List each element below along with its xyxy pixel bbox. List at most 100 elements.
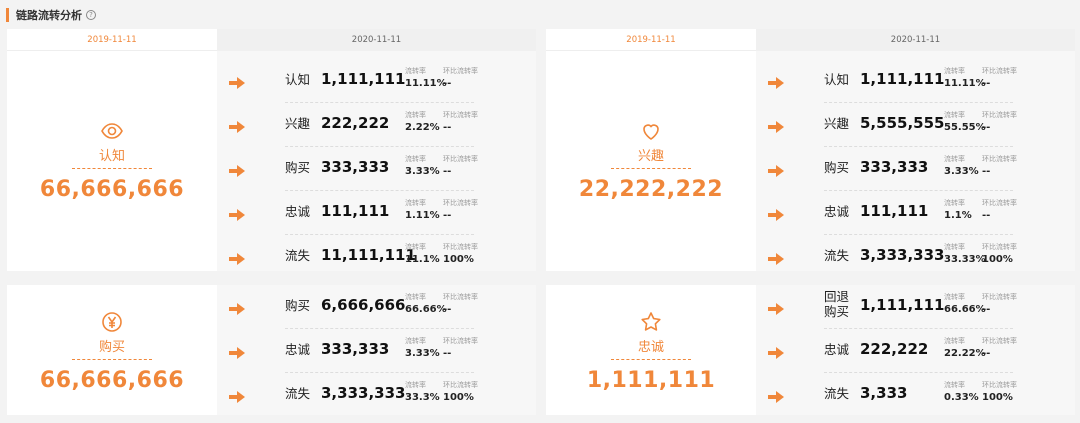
stage-count: 111,111 <box>860 202 929 220</box>
stage-block: 认知 66,666,666 <box>7 119 217 202</box>
heart-icon <box>639 119 663 143</box>
transition-row: 忠诚 222,222 流转率 环比流转率 22.22% -- <box>756 329 1075 373</box>
transition-row: 回退购买 1,111,111 流转率 环比流转率 66.66% -- <box>756 285 1075 329</box>
stage-block: 忠诚 1,111,111 <box>546 310 756 393</box>
rate-label: 流转率 <box>944 111 965 119</box>
section-header: 链路流转分析 ? <box>6 6 96 24</box>
transition-row: 忠诚 111,111 流转率 环比流转率 1.1% -- <box>756 191 1075 235</box>
mom-rate-label: 环比流转率 <box>982 337 1017 345</box>
stage-count: 5,555,555 <box>860 114 945 132</box>
stage-name: 忠诚 <box>824 342 850 357</box>
help-icon[interactable]: ? <box>86 10 96 20</box>
stage-name: 认知 <box>824 72 850 87</box>
stage-name: 忠诚 <box>285 342 311 357</box>
section-title: 链路流转分析 <box>16 9 82 22</box>
rate-label: 流转率 <box>944 243 965 251</box>
transition-row: 购买 333,333 流转率 环比流转率 3.33% -- <box>756 147 1075 191</box>
arrow-right-icon <box>768 162 784 177</box>
stage-count: 1,111,111 <box>860 296 945 314</box>
stage-count: 1,111,111 <box>321 70 406 88</box>
rate-label: 流转率 <box>405 155 426 163</box>
stage-name: 忠诚 <box>285 204 311 219</box>
accent-bar <box>6 8 9 22</box>
arrow-right-icon <box>768 118 784 133</box>
mom-rate-value: -- <box>443 304 452 315</box>
mom-rate-label: 环比流转率 <box>982 67 1017 75</box>
arrow-right-icon <box>768 388 784 403</box>
transition-row: 购买 6,666,666 流转率 环比流转率 66.66% -- <box>217 285 536 329</box>
rate-label: 流转率 <box>405 67 426 75</box>
rate-label: 流转率 <box>944 293 965 301</box>
stage-count: 6,666,666 <box>321 296 406 314</box>
mom-rate-value: -- <box>443 78 452 89</box>
transition-row: 认知 1,111,111 流转率 环比流转率 11.11% -- <box>217 59 536 103</box>
transition-row: 流失 11,111,111 流转率 环比流转率 11.1% 100% <box>217 235 536 279</box>
mom-rate-label: 环比流转率 <box>443 337 478 345</box>
funnel-panel: 忠诚 1,111,111 回退购买 1,111,111 流转率 环比流转率 66.66% --… <box>546 285 1075 415</box>
mom-rate-label: 环比流转率 <box>443 67 478 75</box>
stage-name: 兴趣 <box>285 116 311 131</box>
mom-rate-value: 100% <box>443 254 474 265</box>
rate-value: 33.3% <box>405 392 440 403</box>
date-right: 2020-11-11 <box>756 29 1075 51</box>
mom-rate-value: -- <box>443 166 452 177</box>
stage-count: 333,333 <box>860 158 929 176</box>
mom-rate-value: -- <box>443 348 452 359</box>
mom-rate-value: 100% <box>982 254 1013 265</box>
stage-value: 66,666,666 <box>39 177 185 202</box>
stage-count: 3,333,333 <box>321 384 406 402</box>
rate-label: 流转率 <box>405 293 426 301</box>
stage-count: 111,111 <box>321 202 390 220</box>
eye-icon <box>100 119 124 143</box>
stage-name: 流失 <box>824 248 850 263</box>
rate-value: 0.33% <box>944 392 979 403</box>
arrow-right-icon <box>229 74 245 89</box>
date-left: 2019-11-11 <box>7 29 217 51</box>
funnel-panel: 购买 66,666,666 购买 6,666,666 流转率 环比流转率 66.66% -- 忠… <box>7 285 536 415</box>
arrow-right-icon <box>229 344 245 359</box>
transition-row: 流失 3,333 流转率 环比流转率 0.33% 100% <box>756 373 1075 417</box>
stage-count: 1,111,111 <box>860 70 945 88</box>
mom-rate-label: 环比流转率 <box>982 155 1017 163</box>
arrow-right-icon <box>229 118 245 133</box>
rate-value: 3.33% <box>944 166 979 177</box>
mom-rate-label: 环比流转率 <box>982 243 1017 251</box>
arrow-right-icon <box>229 206 245 221</box>
stage-name: 忠诚 <box>824 204 850 219</box>
rate-value: 3.33% <box>405 166 440 177</box>
stage-count: 11,111,111 <box>321 246 416 264</box>
mom-rate-label: 环比流转率 <box>443 381 478 389</box>
stage-count: 333,333 <box>321 158 390 176</box>
arrow-right-icon <box>768 74 784 89</box>
funnel-panel: 2019-11-11 2020-11-11 兴趣 22,222,222 认知 1,111,… <box>546 29 1075 271</box>
stage-block: 兴趣 22,222,222 <box>546 119 756 202</box>
stage-name: 流失 <box>285 386 311 401</box>
arrow-right-icon <box>229 388 245 403</box>
stage-value: 1,111,111 <box>586 368 716 393</box>
rate-label: 流转率 <box>405 199 426 207</box>
mom-rate-label: 环比流转率 <box>982 293 1017 301</box>
mom-rate-value: -- <box>443 122 452 133</box>
stage-value: 22,222,222 <box>578 177 724 202</box>
stage-name: 购买 <box>824 160 850 175</box>
stage-name: 兴趣 <box>824 116 850 131</box>
stage-value: 66,666,666 <box>39 368 185 393</box>
date-right: 2020-11-11 <box>217 29 536 51</box>
mom-rate-label: 环比流转率 <box>982 199 1017 207</box>
stage-count: 222,222 <box>860 340 929 358</box>
arrow-right-icon <box>229 162 245 177</box>
rate-value: 66.66% <box>405 304 447 315</box>
stage-label: 购买 <box>72 336 152 360</box>
transition-row: 兴趣 222,222 流转率 环比流转率 2.22% -- <box>217 103 536 147</box>
stage-name: 流失 <box>824 386 850 401</box>
stage-block: 购买 66,666,666 <box>7 310 217 393</box>
mom-rate-label: 环比流转率 <box>982 111 1017 119</box>
rate-value: 11.11% <box>944 78 986 89</box>
rate-value: 1.11% <box>405 210 440 221</box>
arrow-right-icon <box>768 250 784 265</box>
funnel-panel: 2019-11-11 2020-11-11 认知 66,666,666 认知 1,111,… <box>7 29 536 271</box>
star-icon <box>639 310 663 334</box>
rate-value: 2.22% <box>405 122 440 133</box>
mom-rate-value: -- <box>982 122 991 133</box>
mom-rate-label: 环比流转率 <box>443 293 478 301</box>
